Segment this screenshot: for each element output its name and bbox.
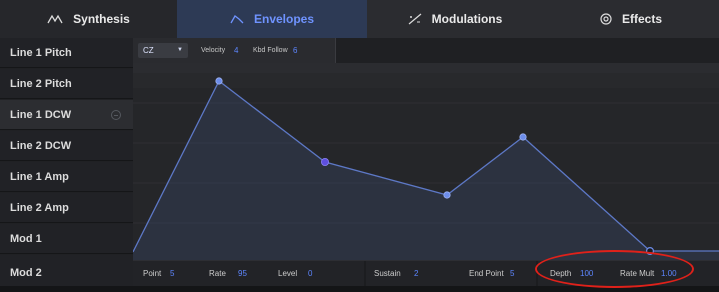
point-label: Point: [143, 269, 162, 278]
envelope-toolbar: CZ ▼ Velocity 4 Kbd Follow 6: [133, 38, 719, 63]
envelope-controls: CZ ▼ Velocity 4 Kbd Follow 6: [133, 38, 336, 63]
point-params: [133, 261, 364, 287]
tab-modulations[interactable]: Modulations: [367, 0, 543, 38]
envelope-point-selected: [645, 247, 654, 256]
velocity-label: Velocity: [201, 47, 226, 54]
sidebar-item-label: Line 1 Amp: [10, 170, 69, 183]
velocity-value[interactable]: 4: [234, 46, 238, 55]
bottom-strip: [0, 286, 719, 292]
sidebar-item-label: Line 2 Amp: [10, 201, 69, 214]
effects-icon: [600, 13, 612, 25]
rate-value[interactable]: 95: [238, 269, 247, 278]
sidebar-item-line1-pitch[interactable]: Line 1 Pitch: [0, 38, 133, 68]
tab-envelopes[interactable]: Envelopes: [177, 0, 367, 38]
end-point-label: End Point: [469, 269, 504, 278]
rate-mult-value[interactable]: 1.00: [661, 269, 677, 278]
tab-modulations-label: Modulations: [431, 12, 503, 26]
envelope-fill: [133, 81, 719, 260]
envelope-point: [519, 133, 527, 141]
envelope-icon: [230, 14, 244, 24]
tab-synthesis[interactable]: Synthesis: [0, 0, 177, 38]
sidebar-item-line2-dcw[interactable]: Line 2 DCW: [0, 131, 133, 161]
end-point-value[interactable]: 5: [510, 269, 514, 278]
envelope-point: [320, 158, 329, 167]
envelope-mode-select[interactable]: CZ ▼: [138, 43, 188, 58]
synthesis-icon: [47, 14, 63, 24]
point-value[interactable]: 5: [170, 269, 174, 278]
tab-synthesis-label: Synthesis: [73, 12, 130, 26]
envelope-curve-svg[interactable]: [133, 63, 719, 260]
depth-label: Depth: [550, 269, 572, 278]
sustain-value[interactable]: 2: [414, 269, 418, 278]
rate-mult-label: Rate Mult: [620, 269, 655, 278]
sidebar-item-line1-amp[interactable]: Line 1 Amp: [0, 162, 133, 192]
sidebar-item-label: Line 1 DCW: [10, 108, 72, 121]
minus-circle-icon[interactable]: [111, 109, 121, 120]
sidebar-item-label: Line 2 Pitch: [10, 77, 72, 90]
envelope-point: [215, 77, 223, 85]
envelope-graph[interactable]: [133, 63, 719, 260]
tab-envelopes-label: Envelopes: [253, 12, 315, 26]
rate-label: Rate: [209, 269, 226, 278]
envelope-point: [443, 191, 451, 199]
sidebar-item-label: Line 1 Pitch: [10, 46, 72, 59]
modulations-icon: [408, 13, 422, 25]
level-label: Level: [278, 269, 298, 278]
level-value[interactable]: 0: [308, 269, 312, 278]
dropdown-arrow-icon: ▼: [177, 47, 183, 53]
sidebar-item-line2-pitch[interactable]: Line 2 Pitch: [0, 69, 133, 99]
envelope-sidebar: Line 1 Pitch Line 2 Pitch Line 1 DCW Lin…: [0, 38, 133, 292]
envelope-params-bar: Point 5 Rate 95 Level 0 Sustain 2 End Po…: [133, 260, 719, 287]
sustain-label: Sustain: [374, 269, 401, 278]
sidebar-item-label: Mod 1: [10, 232, 42, 245]
sidebar-item-label: Line 2 DCW: [10, 139, 72, 152]
envelope-mode-value: CZ: [143, 46, 154, 55]
tab-effects-label: Effects: [621, 12, 662, 26]
tab-effects[interactable]: Effects: [543, 0, 719, 38]
tab-bar: Synthesis Envelopes Modulations Effects: [0, 0, 719, 38]
sidebar-item-label: Mod 2: [10, 267, 42, 279]
sidebar-item-mod1[interactable]: Mod 1: [0, 224, 133, 254]
sidebar-item-line2-amp[interactable]: Line 2 Amp: [0, 193, 133, 223]
depth-value[interactable]: 100: [580, 269, 593, 278]
kbd-follow-label: Kbd Follow: [253, 47, 288, 54]
sidebar-item-line1-dcw[interactable]: Line 1 DCW: [0, 100, 133, 130]
kbd-follow-value[interactable]: 6: [293, 46, 297, 55]
